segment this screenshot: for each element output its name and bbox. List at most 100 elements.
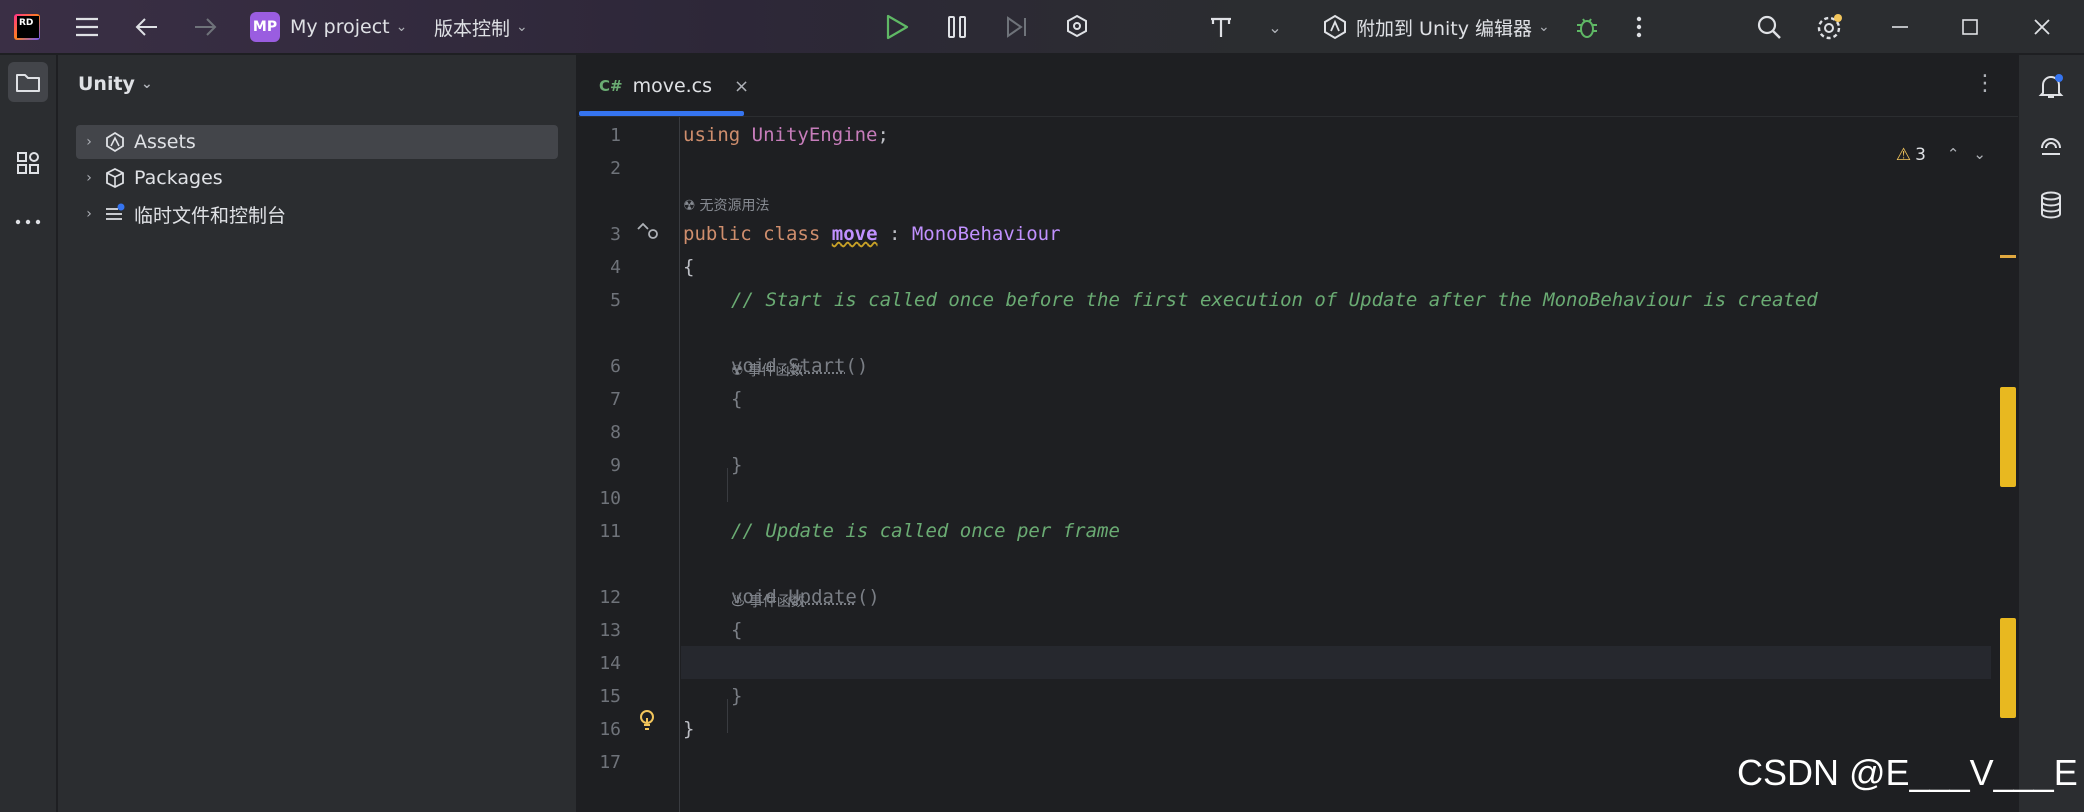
left-tool-strip [0, 55, 57, 812]
back-arrow-icon[interactable] [130, 0, 164, 54]
title-bar: MP My project ⌄ 版本控制 ⌄ ⌄ 附加到 Unity 编辑器 ⌄ [0, 0, 2084, 54]
run-icon[interactable] [880, 0, 914, 54]
code-comment: // Start is called once before the first… [731, 289, 1818, 311]
unity-debug-icon[interactable] [1060, 0, 1094, 54]
unity-icon [1324, 14, 1346, 40]
project-selector[interactable]: MP My project ⌄ [250, 0, 410, 54]
tab-filename: move.cs [632, 75, 713, 97]
brace: { [731, 388, 743, 410]
settings-gear-icon[interactable] [1812, 0, 1846, 54]
inspection-warnings[interactable]: ⚠ 3 [1896, 145, 1926, 165]
brace: } [731, 454, 743, 476]
tab-close-icon[interactable]: × [734, 76, 749, 97]
tree-item-packages[interactable]: › Packages [76, 161, 558, 195]
chevron-down-icon: ⌄ [395, 19, 408, 35]
usage-hint[interactable]: ☢ 无资源用法 [683, 195, 769, 215]
editor-tab-bar: C# move.cs × ⋮ [578, 55, 2018, 117]
indent-guide [727, 699, 728, 733]
line-number: 9 [610, 455, 621, 476]
line-number: 3 [610, 224, 621, 245]
unity-assets-icon [102, 131, 128, 153]
project-panel-header[interactable]: Unity ⌄ [78, 73, 153, 95]
namespace-name: UnityEngine [751, 124, 878, 146]
chevron-down-icon: ⌄ [516, 19, 528, 35]
rider-logo-icon[interactable] [12, 0, 42, 54]
tree-item-assets[interactable]: › Assets [76, 125, 558, 159]
maximize-icon[interactable] [1950, 0, 1990, 54]
more-horizontal-icon[interactable] [8, 202, 48, 242]
tree-item-label: Packages [134, 167, 223, 189]
forward-arrow-icon[interactable] [188, 0, 222, 54]
more-vertical-icon[interactable]: ⋮ [1974, 71, 1996, 96]
attach-unity-editor-selector[interactable]: 附加到 Unity 编辑器 ⌄ [1322, 0, 1552, 54]
lightbulb-icon[interactable] [638, 709, 656, 735]
more-vertical-icon[interactable] [1624, 0, 1654, 54]
class-name: move [831, 223, 878, 245]
notifications-bell-icon[interactable] [2031, 67, 2071, 107]
brace: } [731, 685, 743, 707]
warning-icon: ⚠ [1895, 145, 1912, 165]
csharp-file-icon: C# [599, 77, 623, 95]
keyword: class [763, 223, 821, 245]
line-number: 4 [610, 257, 621, 278]
pause-icon[interactable] [940, 0, 974, 54]
chevron-down-icon: ⌄ [1538, 19, 1550, 35]
line-number: 16 [599, 719, 621, 740]
method-name: Start [788, 355, 846, 377]
base-class-name: MonoBehaviour [911, 223, 1061, 245]
line-number: 8 [610, 422, 621, 443]
line-number: 12 [599, 587, 621, 608]
package-box-icon [102, 167, 128, 189]
attach-label: 附加到 Unity 编辑器 [1356, 17, 1533, 40]
line-number: 14 [599, 653, 621, 674]
error-stripe-mark[interactable] [2000, 255, 2016, 258]
build-hammer-icon[interactable] [1204, 0, 1238, 54]
error-stripe-warning[interactable] [2000, 618, 2016, 718]
code-area[interactable]: using UnityEngine; ☢ 无资源用法 public class … [683, 117, 2003, 812]
project-panel-title: Unity [78, 73, 135, 95]
parens: () [845, 355, 869, 377]
project-folder-icon[interactable] [8, 62, 48, 102]
search-icon[interactable] [1752, 0, 1786, 54]
implementations-gutter-icon[interactable] [636, 221, 660, 245]
chevron-down-icon[interactable]: ⌄ [1264, 0, 1286, 54]
line-number-gutter: 1 2 3 4 5 6 7 8 9 10 11 12 13 14 15 16 1… [578, 117, 680, 812]
structure-icon[interactable] [8, 143, 48, 183]
tree-item-label: 临时文件和控制台 [134, 204, 287, 227]
scratches-console-icon [102, 203, 128, 225]
ai-assistant-icon[interactable] [2031, 125, 2071, 165]
close-window-icon[interactable] [2022, 0, 2062, 54]
chevron-down-icon[interactable]: ⌄ [1973, 145, 2000, 163]
error-stripe-warning[interactable] [2000, 387, 2016, 487]
navigate-problems[interactable]: ⌃⌄ [1947, 145, 2000, 163]
usage-hint-label: 无资源用法 [699, 197, 770, 213]
line-number: 15 [599, 686, 621, 707]
tree-item-scratches[interactable]: › 临时文件和控制台 [76, 197, 558, 231]
tab-move-cs[interactable]: C# move.cs × [579, 55, 749, 117]
active-tab-indicator [579, 111, 744, 116]
debug-bug-icon[interactable] [1570, 0, 1604, 54]
database-icon[interactable] [2031, 185, 2071, 225]
line-number: 11 [599, 521, 621, 542]
parens: () [856, 586, 880, 608]
chevron-right-icon[interactable]: › [76, 170, 102, 186]
step-icon[interactable] [1000, 0, 1034, 54]
vcs-menu[interactable]: 版本控制 ⌄ [434, 0, 534, 54]
line-number: 17 [599, 752, 621, 773]
csdn-watermark: CSDN @E___V___E [1737, 752, 2078, 793]
colon: : [877, 223, 912, 245]
warnings-count: 3 [1915, 145, 1926, 165]
method-name: Update [788, 586, 857, 608]
chevron-right-icon[interactable]: › [76, 134, 102, 150]
chevron-down-icon: ⌄ [140, 76, 153, 92]
line-number: 5 [610, 290, 621, 311]
chevron-right-icon[interactable]: › [76, 206, 102, 222]
main-menu-icon[interactable] [70, 0, 104, 54]
chevron-up-icon[interactable]: ⌃ [1947, 145, 1974, 163]
code-comment: // Update is called once per frame [731, 520, 1120, 542]
keyword: void [731, 355, 777, 377]
line-number: 13 [599, 620, 621, 641]
tree-item-label: Assets [134, 131, 196, 153]
minimize-icon[interactable] [1880, 0, 1920, 54]
project-name: My project [290, 16, 390, 38]
